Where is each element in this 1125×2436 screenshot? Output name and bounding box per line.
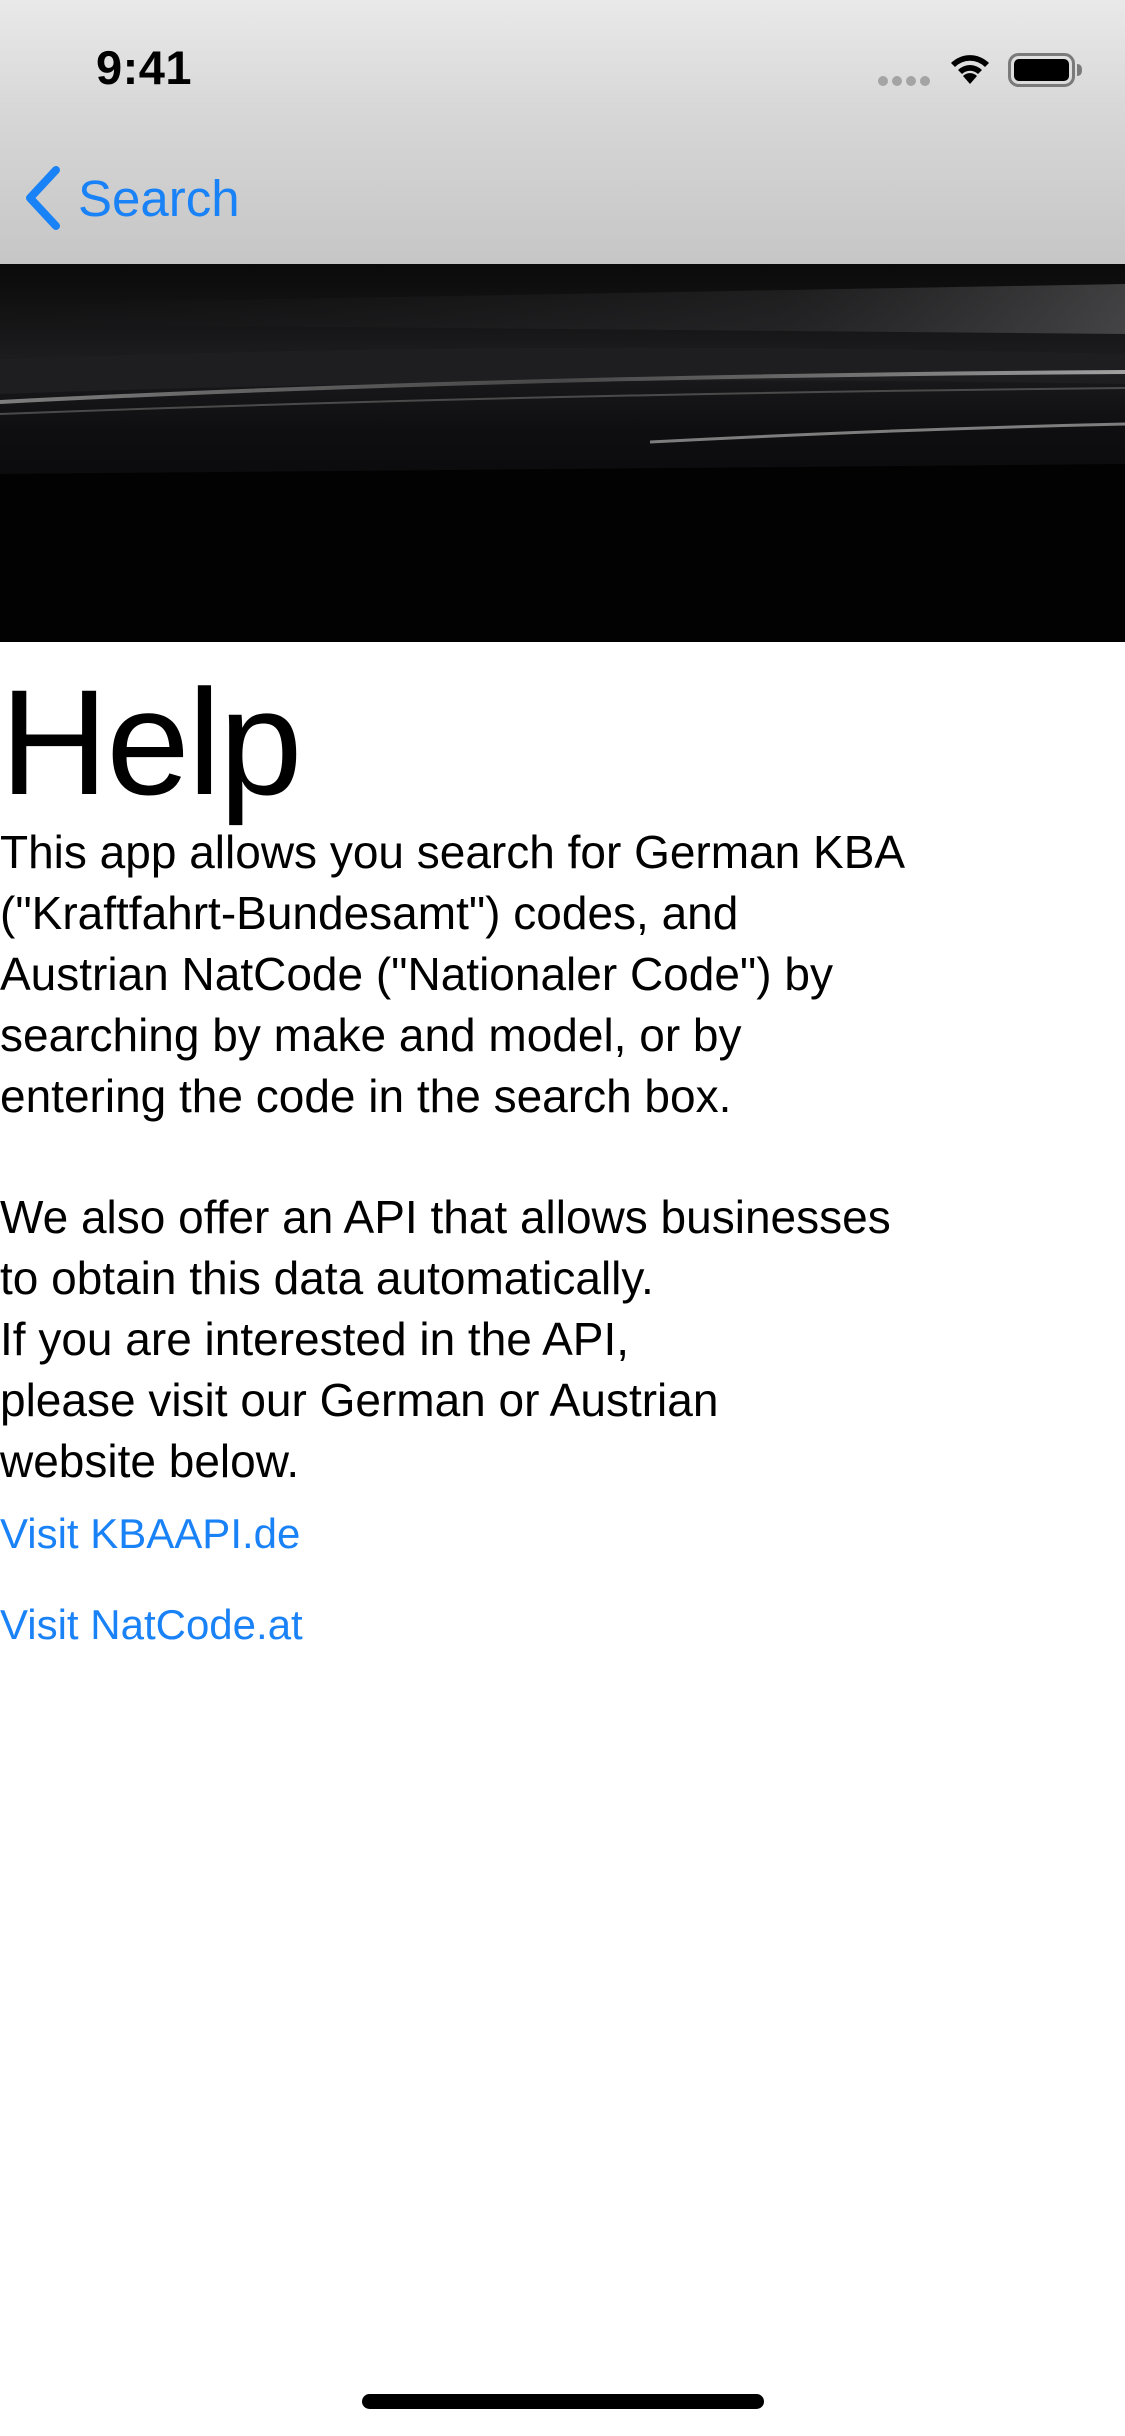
battery-icon bbox=[1008, 53, 1083, 87]
wifi-icon bbox=[946, 50, 994, 86]
help-screen: 9:41 Search Help This app allows you sea… bbox=[0, 0, 1125, 2436]
cellular-signal-icon bbox=[878, 76, 932, 86]
back-button[interactable]: Search bbox=[24, 162, 240, 234]
chevron-left-icon bbox=[24, 166, 62, 230]
help-paragraph-api: We also offer an API that allows busines… bbox=[0, 1191, 891, 1487]
status-time: 9:41 bbox=[96, 41, 193, 94]
visit-natcode-link[interactable]: Visit NatCode.at bbox=[0, 1601, 303, 1649]
home-indicator[interactable] bbox=[362, 2394, 764, 2409]
navigation-header: 9:41 Search bbox=[0, 0, 1125, 264]
visit-kbaapi-link[interactable]: Visit KBAAPI.de bbox=[0, 1510, 300, 1558]
help-paragraph-intro: This app allows you search for German KB… bbox=[0, 826, 906, 1122]
hero-image bbox=[0, 264, 1125, 642]
back-button-label: Search bbox=[78, 169, 240, 227]
page-title: Help bbox=[0, 658, 302, 826]
